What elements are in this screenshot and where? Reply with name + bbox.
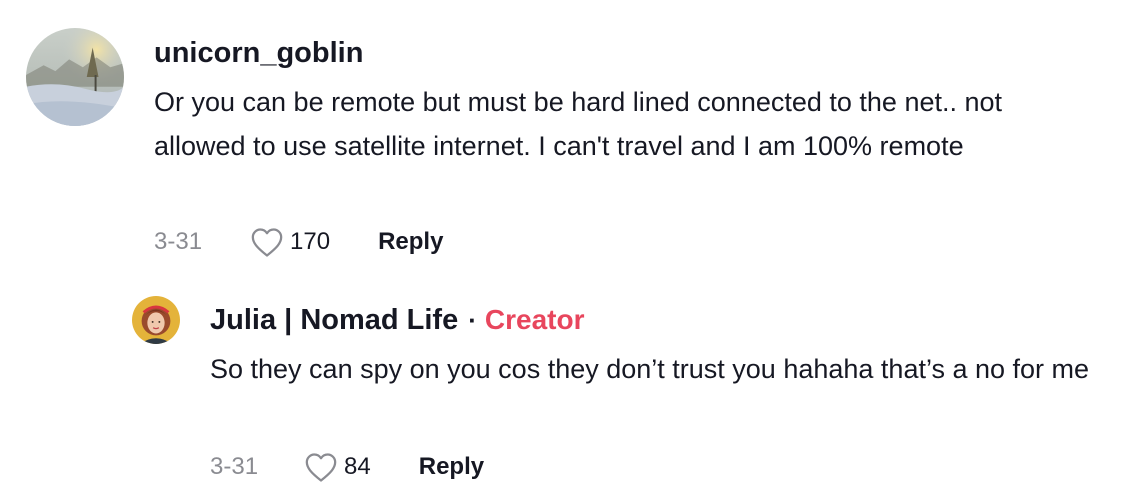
reply-header: Julia | Nomad Life · Creator xyxy=(210,303,584,337)
avatar[interactable] xyxy=(26,28,124,126)
winter-landscape-avatar-icon xyxy=(26,28,124,126)
comment-date: 3-31 xyxy=(154,228,203,255)
woman-portrait-avatar-icon xyxy=(132,296,180,344)
reply-meta: 3-31 84 Reply xyxy=(210,451,484,483)
reply-text: So they can spy on you cos they don’t tr… xyxy=(210,354,1090,384)
reply-date: 3-31 xyxy=(210,453,259,480)
like-button[interactable]: 84 xyxy=(304,451,371,483)
creator-badge: Creator xyxy=(484,304,585,335)
separator-dot: · xyxy=(468,305,477,335)
comment-username[interactable]: unicorn_goblin xyxy=(154,36,363,70)
like-count: 170 xyxy=(290,228,331,255)
heart-icon xyxy=(305,453,337,482)
like-button[interactable]: 170 xyxy=(250,226,330,258)
reply-username[interactable]: Julia | Nomad Life xyxy=(210,303,458,337)
reply-button[interactable]: Reply xyxy=(378,228,443,256)
comment-thread: unicorn_goblin Or you can be remote but … xyxy=(0,0,1130,500)
heart-icon xyxy=(251,228,283,257)
avatar[interactable] xyxy=(132,296,180,344)
like-count: 84 xyxy=(344,453,371,480)
comment-text: Or you can be remote but must be hard li… xyxy=(154,87,1003,161)
comment-meta: 3-31 170 Reply xyxy=(154,226,443,258)
reply-button[interactable]: Reply xyxy=(419,453,484,481)
